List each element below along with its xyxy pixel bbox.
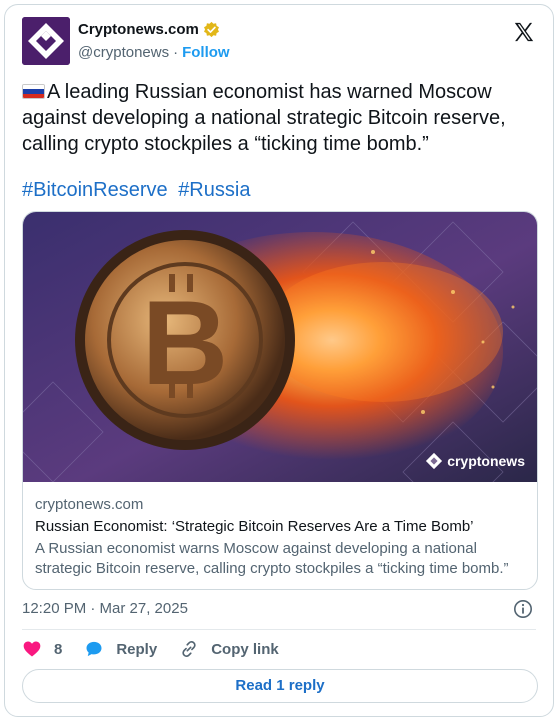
tweet-text: A leading Russian economist has warned M… xyxy=(22,79,542,157)
like-button[interactable]: 8 xyxy=(22,639,62,659)
watermark-text: cryptonews xyxy=(447,453,525,469)
divider xyxy=(22,629,536,630)
author-name[interactable]: Cryptonews.com xyxy=(78,21,199,38)
cryptonews-logo-icon xyxy=(426,452,443,470)
tweet-card: Cryptonews.com @cryptonews · Follow A le… xyxy=(4,4,554,717)
follow-button[interactable]: Follow xyxy=(182,44,230,61)
reply-label: Reply xyxy=(116,640,158,658)
x-logo-icon[interactable] xyxy=(513,21,535,43)
read-replies-button[interactable]: Read 1 reply xyxy=(22,669,538,703)
link-preview-card[interactable]: B cryptonews cryptonews.com Russian Econ… xyxy=(22,211,538,590)
cryptonews-watermark: cryptonews xyxy=(425,452,525,470)
like-count: 8 xyxy=(54,640,63,658)
copy-link-label: Copy link xyxy=(211,640,279,658)
reply-button[interactable]: Reply xyxy=(84,639,157,659)
tweet-actions: 8 Reply Copy link xyxy=(22,639,301,659)
heart-icon xyxy=(23,641,41,657)
hashtags: #BitcoinReserve #Russia xyxy=(22,179,255,202)
link-preview-image[interactable]: B cryptonews xyxy=(23,212,537,482)
link-domain: cryptonews.com xyxy=(35,496,144,513)
russia-flag-icon xyxy=(22,84,45,99)
verified-badge-icon xyxy=(203,21,219,38)
hashtag-bitcoinreserve[interactable]: #BitcoinReserve xyxy=(22,179,168,201)
handle-separator: · xyxy=(173,44,179,61)
tweet-body: A leading Russian economist has warned M… xyxy=(22,81,506,155)
svg-text:B: B xyxy=(142,276,229,410)
copy-link-button[interactable]: Copy link xyxy=(179,639,279,659)
link-description: A Russian economist warns Moscow against… xyxy=(35,540,509,577)
hashtag-russia[interactable]: #Russia xyxy=(178,179,250,201)
link-icon xyxy=(182,641,196,657)
tweet-timestamp[interactable]: 12:20 PM · Mar 27, 2025 xyxy=(22,600,188,617)
cryptonews-avatar[interactable] xyxy=(22,17,70,65)
author-handle[interactable]: @cryptonews xyxy=(78,44,169,61)
link-preview-meta[interactable]: cryptonews.com Russian Economist: ‘Strat… xyxy=(35,496,530,579)
info-icon[interactable] xyxy=(513,599,533,619)
reply-bubble-icon xyxy=(86,641,102,657)
link-title: Russian Economist: ‘Strategic Bitcoin Re… xyxy=(35,518,474,535)
